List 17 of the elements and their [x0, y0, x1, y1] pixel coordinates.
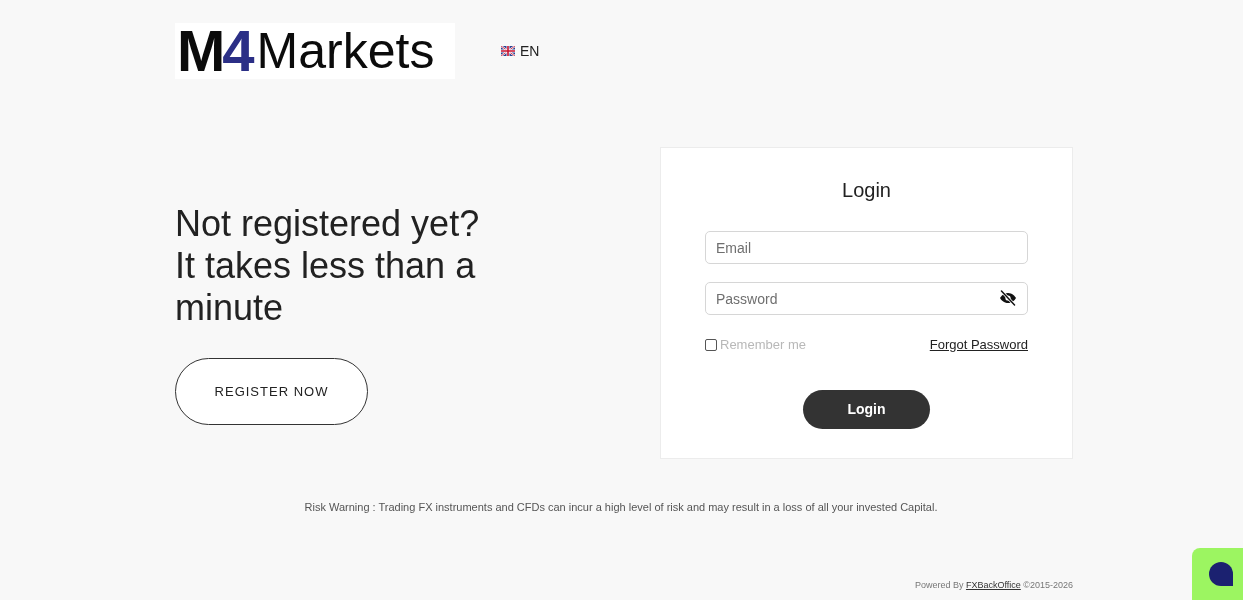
login-button[interactable]: Login: [803, 389, 930, 429]
chat-bubble-icon: [1207, 561, 1234, 587]
register-now-button[interactable]: REGISTER NOW: [175, 358, 368, 425]
uk-flag-icon: [501, 46, 515, 56]
eye-slash-icon[interactable]: [999, 290, 1017, 306]
promo-heading: Not registered yet? It takes less than a minute: [175, 203, 481, 329]
password-field[interactable]: Password: [705, 282, 1028, 315]
login-title: Login: [842, 178, 891, 202]
m4markets-logo[interactable]: M4Markets: [175, 23, 455, 79]
forgot-password-link[interactable]: Forgot Password: [929, 335, 1028, 355]
chat-button[interactable]: [1192, 548, 1243, 600]
fxbackoffice-link[interactable]: FXBackOffice: [965, 579, 1021, 590]
powered-by-text: Powered By FXBackOffice ©2015-2026: [914, 578, 1073, 592]
risk-warning-text: Risk Warning : Trading FX instruments and CFDs can incur a high level of risk and may result in a loss of all your invested Capital.: [303, 500, 939, 515]
language-selector[interactable]: EN: [501, 40, 540, 62]
email-field[interactable]: Email: [705, 231, 1028, 264]
remember-me-checkbox[interactable]: [705, 338, 717, 351]
